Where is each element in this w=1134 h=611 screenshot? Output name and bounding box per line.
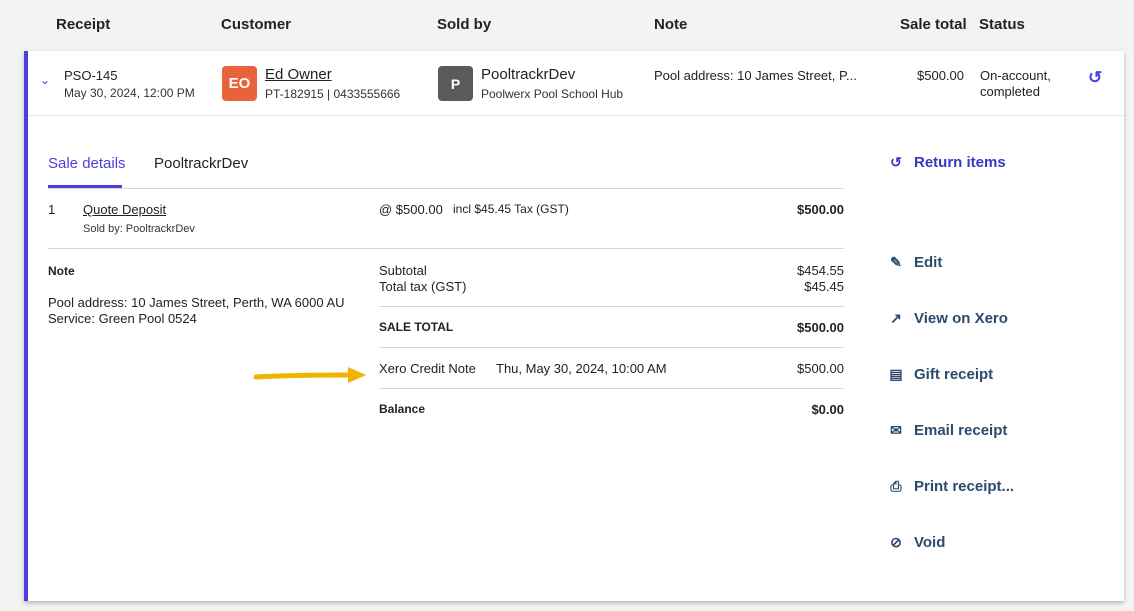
view-on-xero-button[interactable]: ↗ View on Xero (888, 310, 1008, 327)
item-name-link[interactable]: Quote Deposit (83, 202, 166, 217)
sale-total-label: SALE TOTAL (379, 320, 454, 334)
note-title: Note (48, 264, 75, 278)
item-amount: $500.00 (797, 202, 844, 217)
return-items-label: Return items (914, 154, 1006, 171)
credit-note-amount: $500.00 (797, 361, 844, 376)
col-receipt[interactable]: Receipt (56, 16, 110, 33)
balance-label: Balance (379, 402, 426, 416)
gift-receipt-label: Gift receipt (914, 366, 994, 383)
receipt-date: May 30, 2024, 12:00 PM (64, 86, 195, 100)
email-receipt-button[interactable]: ✉ Email receipt (888, 422, 1007, 439)
seller-name: PooltrackrDev (481, 66, 576, 83)
col-sale-total[interactable]: Sale total (900, 16, 967, 33)
col-note[interactable]: Note (654, 16, 687, 33)
totals-divider-2 (379, 347, 844, 348)
void-icon: ⊘ (890, 534, 902, 550)
col-customer[interactable]: Customer (221, 16, 291, 33)
return-items-button[interactable]: ↺ Return items (888, 154, 1006, 171)
pencil-icon: ✎ (890, 254, 902, 270)
credit-note-label: Xero Credit Note (379, 361, 476, 376)
gift-icon: ▤ (889, 366, 903, 382)
item-qty: 1 (48, 202, 56, 217)
printer-icon: ⎙ (890, 478, 902, 494)
print-receipt-label: Print receipt... (914, 478, 1015, 495)
item-divider (48, 248, 844, 249)
subtotal-value: $454.55 (797, 263, 844, 278)
return-icon-button[interactable]: ↺ (1088, 68, 1102, 88)
envelope-icon: ✉ (890, 422, 902, 438)
void-button[interactable]: ⊘ Void (888, 534, 945, 551)
tax-value: $45.45 (804, 279, 844, 294)
seller-avatar: P (438, 66, 473, 101)
col-sold-by[interactable]: Sold by (437, 16, 491, 33)
receipt-panel: ⌄ PSO-145 May 30, 2024, 12:00 PM EO Ed O… (24, 51, 1124, 601)
note-line-1: Pool address: 10 James Street, Perth, WA… (48, 295, 345, 310)
subtotal-label: Subtotal (379, 263, 427, 278)
gift-receipt-button[interactable]: ▤ Gift receipt (888, 366, 993, 383)
status-line-2: completed (980, 84, 1040, 99)
item-sold-by: Sold by: PooltrackrDev (83, 223, 195, 235)
tab-sale-details[interactable]: Sale details (48, 155, 126, 172)
arrow-annotation (253, 367, 366, 383)
item-tax: incl $45.45 Tax (GST) (453, 202, 569, 216)
credit-note-date: Thu, May 30, 2024, 10:00 AM (496, 361, 667, 376)
sale-total-value: $500.00 (797, 320, 844, 335)
view-on-xero-label: View on Xero (914, 310, 1008, 327)
item-unit-price: @ $500.00 (379, 202, 443, 217)
balance-value: $0.00 (811, 402, 844, 417)
totals-divider-1 (379, 306, 844, 307)
col-status[interactable]: Status (979, 16, 1025, 33)
row-note: Pool address: 10 James Street, P... (654, 68, 857, 83)
external-link-icon: ↗ (890, 310, 902, 326)
note-line-2: Service: Green Pool 0524 (48, 311, 197, 326)
receipt-id: PSO-145 (64, 68, 118, 83)
chevron-down-icon[interactable]: ⌄ (40, 73, 50, 87)
table-row[interactable]: ⌄ PSO-145 May 30, 2024, 12:00 PM EO Ed O… (28, 51, 1124, 116)
table-header: Receipt Customer Sold by Note Sale total… (0, 0, 1134, 50)
seller-location: Poolwerx Pool School Hub (481, 87, 624, 101)
tab-seller[interactable]: PooltrackrDev (154, 155, 248, 172)
print-receipt-button[interactable]: ⎙ Print receipt... (888, 478, 1014, 495)
tax-label: Total tax (GST) (379, 279, 467, 294)
edit-button[interactable]: ✎ Edit (888, 254, 942, 271)
return-icon: ↺ (890, 154, 902, 170)
customer-details: PT-182915 | 0433555666 (265, 87, 401, 101)
customer-name-link[interactable]: Ed Owner (265, 66, 332, 83)
row-total: $500.00 (917, 68, 964, 83)
tabs-divider (48, 188, 844, 189)
void-label: Void (914, 534, 946, 551)
status-text: On-account, completed (980, 68, 1051, 100)
email-receipt-label: Email receipt (914, 422, 1008, 439)
status-line-1: On-account, (980, 68, 1051, 83)
customer-avatar: EO (222, 66, 257, 101)
totals-divider-3 (379, 388, 844, 389)
edit-label: Edit (914, 254, 943, 271)
